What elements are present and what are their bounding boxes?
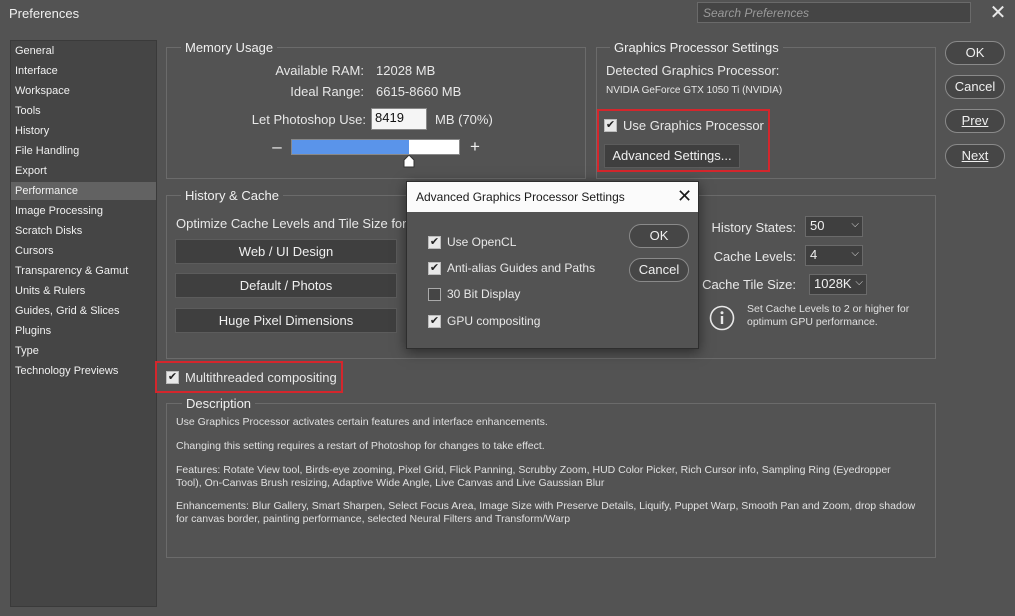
- cache-tile-size-label: Cache Tile Size:: [702, 277, 796, 292]
- cache-levels-select[interactable]: 4 ⌵: [805, 245, 863, 266]
- close-icon[interactable]: ✕: [988, 3, 1008, 23]
- sidebar-item-cursors[interactable]: Cursors: [11, 242, 156, 260]
- minus-icon[interactable]: –: [269, 138, 285, 155]
- anti-alias-label: Anti-alias Guides and Paths: [447, 261, 596, 275]
- cache-tile-size-select[interactable]: 1028K ⌵: [809, 274, 867, 295]
- description-paragraph-4: Enhancements: Blur Gallery, Smart Sharpe…: [176, 500, 916, 525]
- window-title: Preferences: [9, 6, 80, 21]
- search-input[interactable]: [697, 2, 971, 23]
- sidebar-item-scratch-disks[interactable]: Scratch Disks: [11, 222, 156, 240]
- available-ram-value: 12028 MB: [376, 63, 436, 78]
- chevron-down-icon: ⌵: [851, 248, 859, 259]
- history-states-label: History States:: [711, 220, 796, 235]
- 30-bit-display-label: 30 Bit Display: [447, 287, 521, 301]
- sidebar-item-file-handling[interactable]: File Handling: [11, 142, 156, 160]
- detected-gpu-label: Detected Graphics Processor:: [606, 63, 780, 78]
- memory-usage-title: Memory Usage: [181, 40, 278, 55]
- cancel-button[interactable]: Cancel: [945, 75, 1005, 99]
- description-paragraph-2: Changing this setting requires a restart…: [176, 440, 545, 452]
- sidebar-item-technology-previews[interactable]: Technology Previews: [11, 362, 156, 380]
- dialog-ok-button[interactable]: OK: [629, 224, 689, 248]
- slider-thumb-icon[interactable]: [403, 155, 415, 168]
- sidebar-item-history[interactable]: History: [11, 122, 156, 140]
- sidebar-item-performance[interactable]: Performance: [11, 182, 156, 200]
- cache-levels-label: Cache Levels:: [713, 249, 796, 264]
- dialog-title: Advanced Graphics Processor Settings: [416, 190, 625, 204]
- sidebar-item-units-rulers[interactable]: Units & Rulers: [11, 282, 156, 300]
- cache-levels-value: 4: [810, 247, 818, 262]
- gpu-settings-title: Graphics Processor Settings: [610, 40, 783, 55]
- history-states-select[interactable]: 50 ⌵: [805, 216, 863, 237]
- description-title: Description: [182, 396, 256, 411]
- use-gpu-checkbox[interactable]: ✔: [604, 119, 617, 132]
- web-ui-design-button[interactable]: Web / UI Design: [175, 239, 397, 264]
- anti-alias-checkbox[interactable]: ✔: [428, 262, 441, 275]
- memory-use-input[interactable]: 8419: [371, 108, 427, 130]
- ok-button[interactable]: OK: [945, 41, 1005, 65]
- memory-slider-remaining: [409, 140, 459, 154]
- default-photos-button[interactable]: Default / Photos: [175, 273, 397, 298]
- dialog-cancel-button[interactable]: Cancel: [629, 258, 689, 282]
- ideal-range-label: Ideal Range:: [290, 84, 364, 99]
- sidebar-item-workspace[interactable]: Workspace: [11, 82, 156, 100]
- advanced-settings-button[interactable]: Advanced Settings...: [604, 144, 740, 168]
- huge-pixel-dimensions-button[interactable]: Huge Pixel Dimensions: [175, 308, 397, 333]
- sidebar-item-transparency-gamut[interactable]: Transparency & Gamut: [11, 262, 156, 280]
- next-button[interactable]: Next: [945, 144, 1005, 168]
- sidebar-item-general[interactable]: General: [11, 42, 156, 60]
- gpu-compositing-checkbox[interactable]: ✔: [428, 315, 441, 328]
- sidebar-item-interface[interactable]: Interface: [11, 62, 156, 80]
- chevron-down-icon: ⌵: [855, 277, 863, 288]
- use-opencl-checkbox[interactable]: ✔: [428, 236, 441, 249]
- gpu-compositing-label: GPU compositing: [447, 314, 541, 328]
- advanced-gpu-dialog: Advanced Graphics Processor Settings ✕ ✔…: [406, 181, 699, 349]
- sidebar-item-image-processing[interactable]: Image Processing: [11, 202, 156, 220]
- 30-bit-display-checkbox[interactable]: [428, 288, 441, 301]
- ideal-range-value: 6615-8660 MB: [376, 84, 462, 99]
- history-states-value: 50: [810, 218, 825, 233]
- cache-info-note: Set Cache Levels to 2 or higher for opti…: [747, 303, 910, 328]
- description-paragraph-3: Features: Rotate View tool, Birds-eye zo…: [176, 464, 891, 489]
- cache-tile-size-value: 1028K: [814, 276, 852, 291]
- use-gpu-label: Use Graphics Processor: [623, 118, 764, 133]
- history-cache-title: History & Cache: [181, 188, 283, 203]
- description-paragraph-1: Use Graphics Processor activates certain…: [176, 416, 548, 428]
- memory-slider[interactable]: [291, 139, 460, 155]
- multithreaded-compositing-label: Multithreaded compositing: [185, 370, 337, 385]
- available-ram-label: Available RAM:: [275, 63, 364, 78]
- info-icon: [709, 305, 735, 331]
- prev-button[interactable]: Prev: [945, 109, 1005, 133]
- optimize-cache-label: Optimize Cache Levels and Tile Size for:: [176, 216, 411, 231]
- memory-use-suffix: MB (70%): [435, 112, 493, 127]
- multithreaded-compositing-checkbox[interactable]: ✔: [166, 371, 179, 384]
- sidebar: General Interface Workspace Tools Histor…: [10, 40, 157, 607]
- chevron-down-icon: ⌵: [851, 219, 859, 230]
- detected-gpu-value: NVIDIA GeForce GTX 1050 Ti (NVIDIA): [606, 85, 783, 96]
- use-opencl-label: Use OpenCL: [447, 235, 517, 249]
- sidebar-item-export[interactable]: Export: [11, 162, 156, 180]
- sidebar-item-type[interactable]: Type: [11, 342, 156, 360]
- let-photoshop-use-label: Let Photoshop Use:: [251, 112, 366, 127]
- sidebar-item-tools[interactable]: Tools: [11, 102, 156, 120]
- sidebar-item-plugins[interactable]: Plugins: [11, 322, 156, 340]
- sidebar-item-guides-grid-slices[interactable]: Guides, Grid & Slices: [11, 302, 156, 320]
- plus-icon[interactable]: +: [467, 138, 483, 155]
- dialog-close-icon[interactable]: ✕: [677, 187, 692, 205]
